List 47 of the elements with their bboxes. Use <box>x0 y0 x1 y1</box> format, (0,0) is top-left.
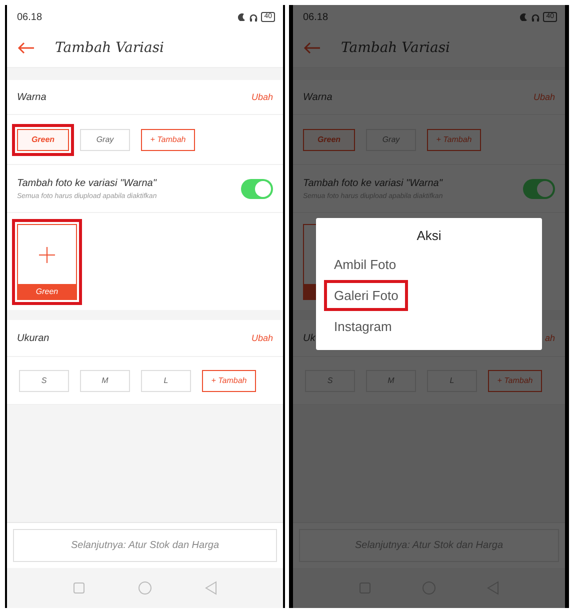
moon-icon <box>238 13 246 21</box>
option-chip[interactable]: M <box>80 370 130 392</box>
square-nav-icon[interactable] <box>73 582 86 594</box>
section-label: Ukuran <box>17 332 50 344</box>
next-button[interactable]: Selanjutnya: Atur Stok dan Harga <box>13 529 277 562</box>
toggle-switch[interactable] <box>523 178 555 198</box>
option-chip[interactable]: S <box>19 370 69 392</box>
home-nav-icon[interactable] <box>138 581 152 595</box>
status-time: 06.18 <box>303 12 328 22</box>
add-button[interactable]: + Tambah <box>141 128 195 150</box>
toggle-title: Tambah foto ke variasi "Warna" <box>17 178 157 188</box>
headphones-icon <box>249 12 258 22</box>
add-button[interactable]: + Tambah <box>427 128 481 150</box>
tile-label: Green <box>18 284 76 299</box>
section-label: Uk <box>303 332 316 344</box>
status-time: 06.18 <box>17 12 42 22</box>
dialog-option[interactable]: Instagram <box>324 311 402 342</box>
add-button[interactable]: + Tambah <box>202 370 256 392</box>
option-chip[interactable]: S <box>305 370 355 392</box>
page-title: Tambah Variasi <box>341 40 450 56</box>
option-chip[interactable]: M <box>366 370 416 392</box>
edit-link[interactable]: Ubah <box>533 92 555 102</box>
option-chip[interactable]: Green <box>17 128 69 150</box>
dialog-title: Aksi <box>416 228 442 243</box>
section-label: Warna <box>303 92 332 102</box>
back-arrow-icon[interactable] <box>303 42 321 54</box>
back-arrow-icon[interactable] <box>17 42 35 54</box>
moon-icon <box>520 13 528 21</box>
edit-link[interactable]: Ubah <box>251 333 273 343</box>
dialog-option[interactable]: Ambil Foto <box>324 249 406 280</box>
page-title: Tambah Variasi <box>55 40 164 56</box>
option-chip[interactable]: L <box>427 370 477 392</box>
option-chip[interactable]: Gray <box>366 128 416 150</box>
add-button[interactable]: + Tambah <box>488 370 542 392</box>
edit-link[interactable]: Ubah <box>251 92 273 102</box>
option-chip[interactable]: Green <box>303 128 355 150</box>
dialog-option[interactable]: Galeri Foto <box>324 280 408 311</box>
option-chip[interactable]: L <box>141 370 191 392</box>
headphones-icon <box>531 12 540 22</box>
toggle-switch[interactable] <box>241 178 273 198</box>
plus-icon <box>39 246 55 262</box>
option-chip[interactable]: Gray <box>80 128 130 150</box>
photo-upload-tile[interactable]: Green <box>17 224 77 300</box>
edit-link[interactable]: ah <box>544 333 555 343</box>
back-nav-icon[interactable] <box>204 581 217 595</box>
toggle-title: Tambah foto ke variasi "Warna" <box>303 178 443 188</box>
section-label: Warna <box>17 92 46 102</box>
